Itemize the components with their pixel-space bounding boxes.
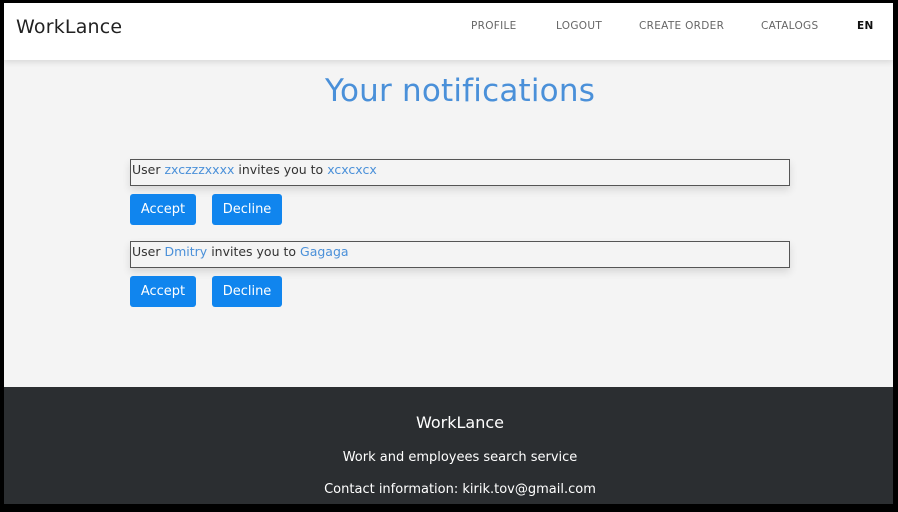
- notification-project-link[interactable]: xcxcxcx: [327, 162, 377, 177]
- nav-logout[interactable]: LOGOUT: [556, 20, 602, 32]
- brand-logo[interactable]: WorkLance: [16, 16, 122, 38]
- nav-profile[interactable]: PROFILE: [471, 20, 517, 32]
- decline-button[interactable]: Decline: [212, 194, 282, 225]
- nav-create-order[interactable]: CREATE ORDER: [639, 20, 724, 32]
- nav-catalogs[interactable]: CATALOGS: [761, 20, 818, 32]
- notification-user-link[interactable]: Dmitry: [164, 244, 207, 259]
- accept-button[interactable]: Accept: [130, 194, 196, 225]
- notification-text: invites you to: [238, 162, 324, 177]
- notification-project-link[interactable]: Gagaga: [300, 244, 349, 259]
- notification-user-link[interactable]: zxczzzxxxx: [164, 162, 234, 177]
- decline-button[interactable]: Decline: [212, 276, 282, 307]
- notification-item: User zxczzzxxxx invites you to xcxcxcx: [130, 159, 790, 186]
- app-window: WorkLance PROFILE LOGOUT CREATE ORDER CA…: [4, 3, 893, 504]
- footer: WorkLance Work and employees search serv…: [4, 387, 893, 504]
- notification-text: invites you to: [211, 244, 297, 259]
- language-switch[interactable]: EN: [857, 20, 874, 32]
- footer-tagline: Work and employees search service: [342, 450, 578, 465]
- page-title: Your notifications: [324, 73, 596, 109]
- footer-contact: Contact information: kirik.tov@gmail.com: [324, 482, 596, 497]
- notification-prefix: User: [132, 162, 161, 177]
- footer-brand: WorkLance: [415, 413, 504, 432]
- notification-item: User Dmitry invites you to Gagaga: [130, 241, 790, 268]
- accept-button[interactable]: Accept: [130, 276, 196, 307]
- notification-prefix: User: [132, 244, 161, 259]
- navbar: WorkLance PROFILE LOGOUT CREATE ORDER CA…: [4, 3, 893, 60]
